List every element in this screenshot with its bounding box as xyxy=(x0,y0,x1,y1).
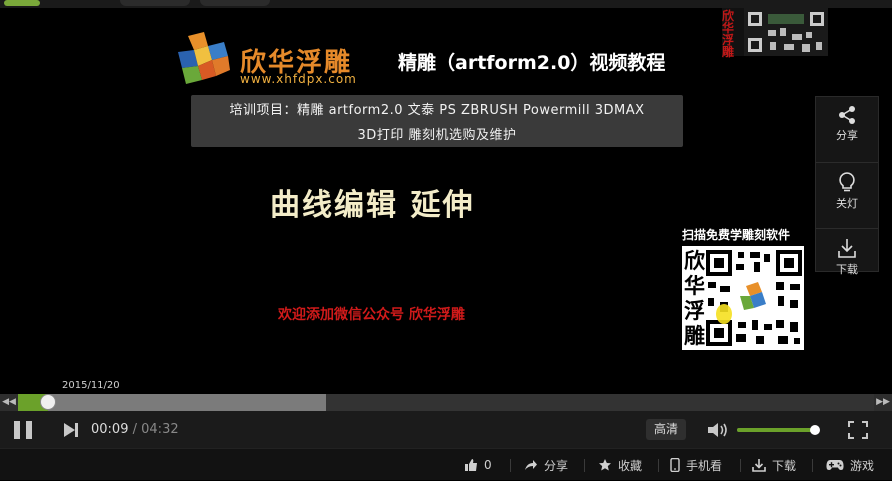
like-button[interactable]: 0 xyxy=(464,449,492,481)
download-icon xyxy=(838,239,856,258)
download-icon xyxy=(752,459,766,472)
video-date: 2015/11/20 xyxy=(62,380,120,391)
banner-line-1: 培训项目：精雕 artform2.0 文泰 PS ZBRUSH Powermil… xyxy=(229,103,645,118)
side-share-label: 分享 xyxy=(836,129,858,142)
volume-thumb[interactable] xyxy=(809,425,820,435)
qr-caption: 扫描免费学雕刻软件 xyxy=(682,228,791,242)
wechat-follow-text: 欢迎添加微信公众号 欣华浮雕 xyxy=(278,307,465,323)
side-panel: 分享 关灯 下载 xyxy=(815,96,879,276)
wechat-qr-code: 欣华浮雕 xyxy=(682,246,804,350)
lesson-heading-text: 曲线编辑 延伸 xyxy=(270,188,475,223)
qr-code-icon xyxy=(706,250,802,346)
side-download-label: 下载 xyxy=(836,263,858,276)
pause-icon xyxy=(26,421,32,439)
training-banner: 培训项目：精雕 artform2.0 文泰 PS ZBRUSH Powermil… xyxy=(191,95,683,147)
divider xyxy=(584,459,585,472)
divider xyxy=(658,459,659,472)
lightbulb-icon xyxy=(839,172,855,192)
current-time: 00:09 xyxy=(91,422,129,437)
video-frame[interactable]: 欣华浮雕 www.xhfdpx.com 精雕（artform2.0）视频教程 欣… xyxy=(0,8,892,394)
qr-brand-text: 欣华浮雕 xyxy=(684,248,705,348)
progress-buffered xyxy=(18,394,327,411)
bottom-download-label: 下载 xyxy=(772,458,797,473)
star-icon xyxy=(599,459,611,471)
side-share-button[interactable]: 分享 xyxy=(816,105,878,163)
banner-line-2: 3D打印 雕刻机选购及维护 xyxy=(357,128,517,143)
mobile-watch-button[interactable]: 手机看 xyxy=(670,449,722,481)
phone-icon xyxy=(670,458,680,472)
share-icon xyxy=(525,460,537,470)
progress-thumb[interactable] xyxy=(39,394,56,410)
time-separator: / xyxy=(132,422,137,437)
top-pill[interactable] xyxy=(4,0,40,6)
bottom-share-label: 分享 xyxy=(544,458,569,473)
divider xyxy=(812,459,813,472)
corner-watermark: 欣华浮雕 xyxy=(722,8,828,59)
total-time: 04:32 xyxy=(141,422,179,437)
quality-button[interactable]: 高清 xyxy=(646,419,686,440)
side-lights-button[interactable]: 关灯 xyxy=(816,171,878,229)
top-tab-1[interactable] xyxy=(120,0,190,6)
like-count: 0 xyxy=(484,458,492,472)
volume-fill xyxy=(737,428,815,432)
corner-qr-icon xyxy=(744,8,828,56)
xinhua-logo-icon xyxy=(178,32,230,84)
pause-icon xyxy=(14,421,20,439)
top-tab-2[interactable] xyxy=(200,0,270,6)
corner-brand-text: 欣华浮雕 xyxy=(722,9,735,59)
favorite-button[interactable]: 收藏 xyxy=(598,449,642,481)
progress-track[interactable] xyxy=(18,394,874,411)
bottom-action-bar: 0 分享 收藏 手机看 下载 游戏 xyxy=(0,448,892,480)
logo-url: www.xhfdpx.com xyxy=(240,72,357,86)
bottom-download-button[interactable]: 下载 xyxy=(752,449,796,481)
gamepad-icon xyxy=(826,460,844,470)
games-label: 游戏 xyxy=(850,458,875,473)
lesson-heading: 曲线编辑 延伸 xyxy=(270,180,474,224)
next-icon[interactable] xyxy=(62,422,80,438)
favorite-label: 收藏 xyxy=(618,458,643,473)
player-controls: 00:09 / 04:32 高清 xyxy=(0,411,892,448)
thumbs-up-icon xyxy=(465,459,477,471)
games-button[interactable]: 游戏 xyxy=(826,449,874,481)
mobile-watch-label: 手机看 xyxy=(686,458,723,473)
top-strip xyxy=(0,0,892,8)
time-display: 00:09 / 04:32 xyxy=(91,422,179,437)
progress-bar[interactable]: ◀◀ ▶▶ xyxy=(0,394,892,411)
pause-button[interactable] xyxy=(14,421,34,439)
course-title: 精雕（artform2.0）视频教程 xyxy=(398,52,666,74)
fullscreen-icon[interactable] xyxy=(848,421,868,439)
seek-forward-button[interactable]: ▶▶ xyxy=(874,394,892,411)
divider xyxy=(740,459,741,472)
volume-slider[interactable] xyxy=(737,425,820,435)
divider xyxy=(510,459,511,472)
side-download-button[interactable]: 下载 xyxy=(816,237,878,295)
share-icon xyxy=(839,106,855,124)
seek-back-button[interactable]: ◀◀ xyxy=(0,394,18,411)
bottom-share-button[interactable]: 分享 xyxy=(524,449,568,481)
volume-icon[interactable] xyxy=(706,421,730,439)
side-lights-label: 关灯 xyxy=(836,197,858,210)
